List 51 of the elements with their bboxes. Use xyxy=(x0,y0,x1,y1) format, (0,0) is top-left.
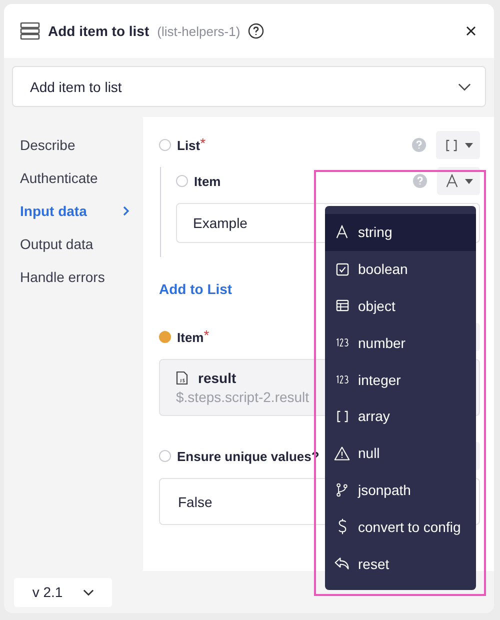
radio-button[interactable] xyxy=(159,450,171,462)
caret-icon xyxy=(465,178,473,184)
help-icon[interactable] xyxy=(248,23,264,39)
sidebar-item[interactable]: Describe xyxy=(4,129,143,162)
digits-icon xyxy=(334,338,350,348)
required-asterisk: * xyxy=(204,327,210,343)
menu-item[interactable]: null xyxy=(325,434,476,472)
menu-item[interactable]: string xyxy=(325,214,476,251)
undo-arrow-icon xyxy=(334,556,350,572)
radio-button[interactable] xyxy=(176,175,188,187)
js-file-icon xyxy=(176,371,188,385)
sidebar-item[interactable]: Authenticate xyxy=(4,162,143,195)
reference-path: $.steps.script-2.result xyxy=(176,389,310,405)
radio-button[interactable] xyxy=(159,331,171,343)
brackets-icon xyxy=(336,410,348,423)
caret-icon xyxy=(465,142,473,148)
menu-item[interactable]: integer xyxy=(325,361,476,398)
menu-item[interactable]: boolean xyxy=(325,250,476,288)
sidebar-item[interactable]: Handle errors xyxy=(4,261,143,294)
menu-item[interactable]: number xyxy=(325,324,476,362)
list-icon xyxy=(20,22,40,40)
window-title: Add item to list xyxy=(48,23,150,39)
checkbox-icon xyxy=(336,262,348,276)
branch-icon xyxy=(336,482,348,497)
type-dropdown-button[interactable] xyxy=(436,131,480,159)
field-label: Item xyxy=(194,174,221,188)
field-label: Item xyxy=(177,330,204,344)
field-label: List xyxy=(177,138,200,152)
action-select[interactable]: Add item to list xyxy=(12,66,486,107)
sidebar-item[interactable]: Input data xyxy=(4,195,143,228)
step-id: (list-helpers-1) xyxy=(157,24,240,38)
menu-item[interactable]: object xyxy=(325,288,476,324)
type-dropdown-button[interactable] xyxy=(437,167,480,195)
version-select[interactable]: v 2.1 xyxy=(14,578,112,606)
reference-name: result xyxy=(198,370,236,386)
letter-a-icon xyxy=(336,225,348,240)
add-to-list-link[interactable]: Add to List xyxy=(159,281,232,297)
brackets-icon xyxy=(445,138,458,152)
letter-a-icon xyxy=(446,174,458,188)
chevron-down-icon xyxy=(458,82,471,90)
menu-item[interactable]: reset xyxy=(325,545,476,582)
dollar-icon xyxy=(338,518,346,536)
warning-icon xyxy=(334,446,350,461)
digits-icon xyxy=(334,375,350,384)
chevron-down-icon xyxy=(82,588,94,596)
table-icon xyxy=(336,299,348,312)
required-asterisk: * xyxy=(200,135,206,151)
chevron-right-icon xyxy=(123,206,129,216)
radio-button[interactable] xyxy=(159,139,171,151)
close-icon xyxy=(466,26,476,36)
sidebar-item[interactable]: Output data xyxy=(4,228,143,261)
